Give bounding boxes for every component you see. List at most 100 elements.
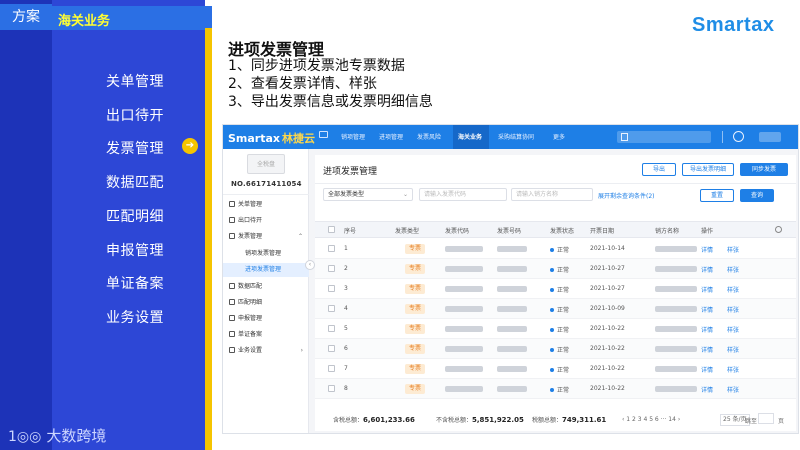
pagination[interactable]: ‹ 1 2 3 4 5 6 ··· 14 › bbox=[622, 416, 680, 423]
row-checkbox[interactable] bbox=[328, 365, 335, 372]
nav-risk[interactable]: 发票风险 bbox=[417, 132, 441, 141]
redacted-invoice-number bbox=[497, 286, 527, 292]
tax-id[interactable]: NO.66171411054 bbox=[231, 180, 302, 188]
sample-link[interactable]: 样张 bbox=[727, 245, 739, 254]
redacted-invoice-number bbox=[497, 266, 527, 272]
row-checkbox[interactable] bbox=[328, 325, 335, 332]
invoice-type-tag: 专票 bbox=[405, 344, 426, 354]
app-top-nav: Smartax 林捷云 销项管理 进项管理 发票风险 海关业务 采购结算协同 更多 bbox=[223, 125, 798, 149]
goto-page-input[interactable] bbox=[758, 413, 774, 424]
table-row[interactable]: 2 专票 正常 2021-10-27 详情 样张 bbox=[315, 259, 796, 279]
sample-link[interactable]: 样张 bbox=[727, 385, 739, 394]
side-item-chukou[interactable]: 出口待开 bbox=[229, 215, 262, 227]
side-item-mingxi[interactable]: 匹配明细 bbox=[229, 297, 262, 309]
collapse-sidebar-button[interactable]: ‹ bbox=[305, 260, 315, 270]
nav-haiguan[interactable]: 海关业务 bbox=[458, 132, 482, 141]
column-settings-icon[interactable] bbox=[775, 226, 782, 233]
brand-mark-icon: 1◎◎ bbox=[8, 429, 42, 445]
side-item-danzheng[interactable]: 单证备案 bbox=[229, 329, 262, 341]
sidebar-divider bbox=[223, 194, 309, 195]
nav-xiaoxiang[interactable]: 销项管理 bbox=[341, 132, 365, 141]
row-checkbox[interactable] bbox=[328, 265, 335, 272]
company-selector[interactable] bbox=[617, 131, 711, 143]
table-row[interactable]: 4 专票 正常 2021-10-09 详情 样张 bbox=[315, 299, 796, 319]
detail-link[interactable]: 详情 bbox=[701, 265, 713, 274]
app-logo[interactable]: Smartax 林捷云 bbox=[228, 130, 315, 146]
sample-link[interactable]: 样张 bbox=[727, 305, 739, 314]
row-checkbox[interactable] bbox=[328, 285, 335, 292]
side-sub-jinxiang[interactable]: 进项发票管理 bbox=[223, 263, 309, 277]
menu-item-danzheng[interactable]: 单证备案 bbox=[106, 273, 164, 293]
help-icon[interactable] bbox=[733, 131, 744, 142]
redacted-invoice-number bbox=[497, 386, 527, 392]
side-item-fapiao[interactable]: 发票管理 ⌃ bbox=[229, 231, 309, 243]
tab-fangan[interactable]: 方案 bbox=[0, 4, 52, 30]
detail-link[interactable]: 详情 bbox=[701, 385, 713, 394]
sample-link[interactable]: 样张 bbox=[727, 345, 739, 354]
table-row[interactable]: 5 专票 正常 2021-10-22 详情 样张 bbox=[315, 319, 796, 339]
table-row[interactable]: 3 专票 正常 2021-10-27 详情 样张 bbox=[315, 279, 796, 299]
expand-filters-link[interactable]: 展开剩余查询条件(2) bbox=[598, 191, 655, 200]
detail-link[interactable]: 详情 bbox=[701, 345, 713, 354]
menu-item-fapiao[interactable]: 发票管理 bbox=[106, 138, 164, 158]
detail-link[interactable]: 详情 bbox=[701, 365, 713, 374]
sample-link[interactable]: 样张 bbox=[727, 325, 739, 334]
invoice-type-tag: 专票 bbox=[405, 384, 426, 394]
menu-item-mingxi[interactable]: 匹配明细 bbox=[106, 206, 164, 226]
sample-link[interactable]: 样张 bbox=[727, 265, 739, 274]
query-button[interactable]: 查询 bbox=[740, 189, 774, 202]
row-checkbox[interactable] bbox=[328, 305, 335, 312]
export-button[interactable]: 导出 bbox=[642, 163, 676, 176]
table-row[interactable]: 7 专票 正常 2021-10-22 详情 样张 bbox=[315, 359, 796, 379]
table-row[interactable]: 8 专票 正常 2021-10-22 详情 样张 bbox=[315, 379, 796, 399]
side-sub-xiaoxiang[interactable]: 销项发票管理 bbox=[223, 247, 309, 261]
detail-link[interactable]: 详情 bbox=[701, 245, 713, 254]
detail-link[interactable]: 详情 bbox=[701, 285, 713, 294]
tab-haiguan[interactable]: 海关业务 bbox=[58, 10, 110, 29]
menu-item-shuju[interactable]: 数据匹配 bbox=[106, 172, 164, 192]
table-row[interactable]: 6 专票 正常 2021-10-22 详情 样张 bbox=[315, 339, 796, 359]
redacted-seller-name bbox=[655, 246, 697, 252]
app-screenshot: Smartax 林捷云 销项管理 进项管理 发票风险 海关业务 采购结算协同 更多… bbox=[222, 124, 799, 434]
cell-index: 7 bbox=[344, 365, 348, 372]
select-all-checkbox[interactable] bbox=[328, 226, 335, 233]
detail-link[interactable]: 详情 bbox=[701, 325, 713, 334]
nav-caigou[interactable]: 采购结算协同 bbox=[498, 132, 534, 141]
nav-jinxiang[interactable]: 进项管理 bbox=[379, 132, 403, 141]
sync-invoice-button[interactable]: 同步发票 bbox=[740, 163, 788, 176]
menu-item-shezhi[interactable]: 业务设置 bbox=[106, 307, 164, 327]
table-row[interactable]: 1 专票 正常 2021-10-14 详情 样张 bbox=[315, 239, 796, 259]
cell-date: 2021-10-27 bbox=[590, 285, 625, 292]
side-item-shezhi[interactable]: 业务设置 › bbox=[229, 345, 309, 357]
menu-item-guandan[interactable]: 关单管理 bbox=[106, 71, 164, 91]
monitor-icon[interactable] bbox=[319, 131, 328, 138]
nav-more[interactable]: 更多 bbox=[553, 132, 565, 141]
user-avatar[interactable] bbox=[759, 132, 781, 142]
redacted-invoice-code bbox=[445, 346, 483, 352]
row-checkbox[interactable] bbox=[328, 345, 335, 352]
th-date: 开票日期 bbox=[590, 228, 615, 235]
invoice-type-select[interactable]: 全部发票类型 ⌄ bbox=[323, 188, 413, 201]
invoice-code-input[interactable]: 请输入发票代码 bbox=[419, 188, 507, 201]
cell-index: 2 bbox=[344, 265, 348, 272]
side-item-shuju[interactable]: 数据匹配 bbox=[229, 281, 262, 293]
redacted-seller-name bbox=[655, 366, 697, 372]
detail-link[interactable]: 详情 bbox=[701, 305, 713, 314]
side-item-guandan[interactable]: 关单管理 bbox=[229, 199, 262, 211]
point-3: 3、导出发票信息或发票明细信息 bbox=[228, 94, 433, 110]
cell-index: 8 bbox=[344, 385, 348, 392]
seller-name-input[interactable]: 请输入销方名称 bbox=[511, 188, 593, 201]
menu-item-shenbao[interactable]: 申报管理 bbox=[106, 240, 164, 260]
reset-button[interactable]: 重置 bbox=[700, 189, 734, 202]
export-detail-button[interactable]: 导出发票明细 bbox=[682, 163, 734, 176]
menu-item-chukou[interactable]: 出口待开 bbox=[106, 105, 164, 125]
sample-link[interactable]: 样张 bbox=[727, 285, 739, 294]
sum-total-notax: 不含税总额：5,851,922.05 bbox=[436, 415, 524, 424]
row-checkbox[interactable] bbox=[328, 385, 335, 392]
building-icon bbox=[621, 133, 628, 141]
side-item-shenbao[interactable]: 申报管理 bbox=[229, 313, 262, 325]
app-page-title: 进项发票管理 bbox=[323, 167, 378, 177]
cell-date: 2021-10-09 bbox=[590, 305, 625, 312]
row-checkbox[interactable] bbox=[328, 245, 335, 252]
sample-link[interactable]: 样张 bbox=[727, 365, 739, 374]
